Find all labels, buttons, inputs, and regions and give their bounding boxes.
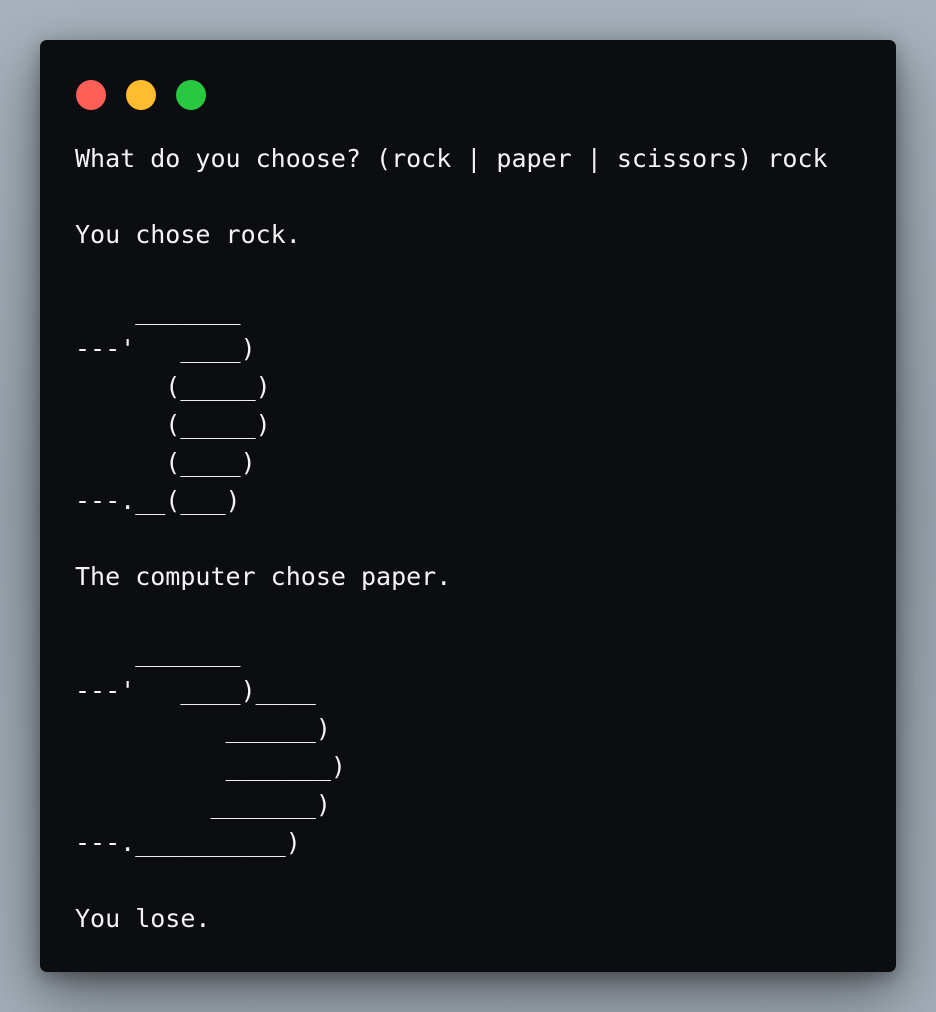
prompt-line: What do you choose? (rock | paper | scis…: [75, 144, 828, 173]
rock-art-line: _______: [75, 296, 241, 325]
maximize-button[interactable]: [176, 80, 206, 110]
paper-art-line: ---.__________): [75, 828, 301, 857]
minimize-button[interactable]: [126, 80, 156, 110]
terminal-window: What do you choose? (rock | paper | scis…: [40, 40, 896, 972]
paper-art-line: _______): [75, 790, 331, 819]
paper-art-line: _______: [75, 638, 241, 667]
close-button[interactable]: [76, 80, 106, 110]
rock-art-line: ---' ____): [75, 334, 256, 363]
computer-choice-line: The computer chose paper.: [75, 562, 452, 591]
rock-art-line: (____): [75, 448, 256, 477]
rock-art-line: (_____): [75, 372, 271, 401]
result-line: You lose.: [75, 904, 211, 933]
terminal-output: What do you choose? (rock | paper | scis…: [75, 140, 828, 938]
paper-art-line: _______): [75, 752, 346, 781]
paper-art-line: ---' ____)____: [75, 676, 316, 705]
paper-art-line: ______): [75, 714, 331, 743]
rock-art-line: (_____): [75, 410, 271, 439]
rock-art-line: ---.__(___): [75, 486, 241, 515]
player-choice-line: You chose rock.: [75, 220, 301, 249]
